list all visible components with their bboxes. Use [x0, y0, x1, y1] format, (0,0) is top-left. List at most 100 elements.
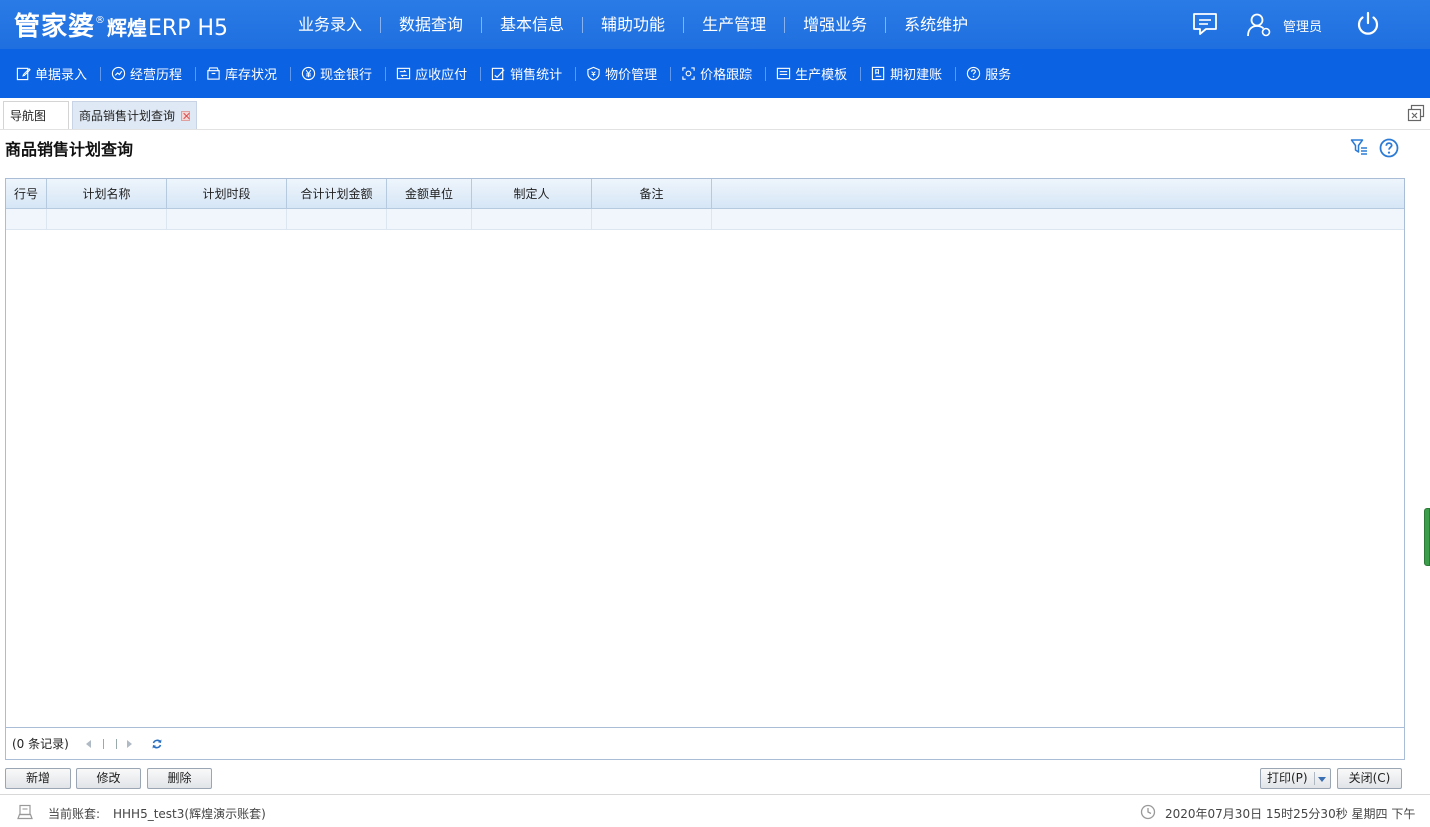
toolbar-label: 应收应付	[415, 68, 468, 83]
nav-enhanced[interactable]: 增强业务	[785, 16, 887, 33]
help-icon[interactable]	[1379, 138, 1399, 158]
column-header-row-number[interactable]: 行号	[6, 179, 47, 209]
table-cell[interactable]	[167, 209, 287, 230]
toolbar-business-history[interactable]: 经营历程	[101, 66, 197, 83]
status-bar: 当前账套: HHH5_test3(辉煌演示账套) 2020年07月30日 15时…	[0, 794, 1430, 827]
column-header-creator[interactable]: 制定人	[472, 179, 592, 209]
account-icon	[17, 804, 33, 820]
refresh-icon[interactable]	[151, 738, 163, 750]
toolbar-service[interactable]: 服务	[956, 66, 1024, 83]
column-header-remarks[interactable]: 备注	[592, 179, 712, 209]
account-value: HHH5_test3(辉煌演示账套)	[113, 807, 266, 821]
grid-pager: (0 条记录)	[6, 727, 1404, 759]
nav-business-entry[interactable]: 业务录入	[280, 16, 382, 33]
sales-stat-icon	[491, 67, 505, 81]
table-cell[interactable]	[387, 209, 472, 230]
edit-icon	[16, 67, 31, 81]
price-shield-icon	[587, 66, 600, 81]
quick-toolbar: 单据录入 经营历程 库存状况 现金银行 应收应付 销售统计 物价管理 价格跟踪	[0, 49, 1430, 98]
nav-system[interactable]: 系统维护	[886, 16, 986, 33]
toolbar-label: 现金银行	[320, 68, 373, 83]
print-button[interactable]: 打印(P)	[1260, 768, 1331, 789]
table-cell[interactable]	[472, 209, 592, 230]
toolbar-cash-bank[interactable]: 现金银行	[291, 66, 387, 83]
toolbar-voucher-entry[interactable]: 单据录入	[6, 66, 102, 83]
pager-divider	[115, 738, 117, 749]
user-icon[interactable]	[1246, 12, 1272, 38]
toolbar-label: 生产模板	[795, 68, 848, 83]
pager-controls	[83, 738, 137, 750]
column-header-amount-unit[interactable]: 金额单位	[387, 179, 472, 209]
nav-auxiliary[interactable]: 辅助功能	[583, 16, 685, 33]
print-label: 打印(P)	[1267, 771, 1308, 785]
chevron-down-icon[interactable]	[1318, 777, 1326, 782]
book-icon	[871, 66, 885, 81]
delete-button[interactable]: 删除	[147, 768, 212, 789]
logo-registered-mark: ®	[95, 15, 106, 26]
add-button[interactable]: 新增	[5, 768, 71, 789]
toolbar-label: 销售统计	[510, 68, 563, 83]
toolbar-label: 价格跟踪	[700, 68, 753, 83]
message-icon[interactable]	[1192, 12, 1218, 36]
pager-divider	[102, 738, 104, 749]
toolbar-label: 期初建账	[890, 68, 943, 83]
next-page-icon[interactable]	[123, 738, 135, 750]
print-divider	[1314, 772, 1315, 785]
toolbar-label: 单据录入	[35, 68, 88, 83]
table-cell[interactable]	[287, 209, 387, 230]
nav-basic-info[interactable]: 基本信息	[482, 16, 584, 33]
top-header: 管家婆 ® 辉煌 ERP H5 业务录入 数据查询 基本信息 辅助功能 生产管理…	[0, 0, 1430, 49]
toolbar-production-template[interactable]: 生产模板	[766, 66, 862, 83]
toolbar-label: 物价管理	[605, 68, 658, 83]
nav-production[interactable]: 生产管理	[684, 16, 786, 33]
price-track-icon	[682, 67, 695, 80]
tab-label: 导航图	[10, 109, 47, 123]
power-icon[interactable]	[1355, 11, 1381, 37]
account-label: 当前账套:	[48, 807, 101, 821]
prev-page-icon[interactable]	[83, 738, 95, 750]
toolbar-opening-accounts[interactable]: 期初建账	[861, 66, 957, 83]
tab-navigation-map[interactable]: 导航图	[3, 101, 69, 129]
toolbar-price-tracking[interactable]: 价格跟踪	[671, 66, 767, 83]
page-title: 商品销售计划查询	[5, 140, 134, 159]
grid-header: 行号 计划名称 计划时段 合计计划金额 金额单位 制定人 备注	[6, 179, 1404, 209]
tab-strip: 导航图 商品销售计划查询	[0, 98, 1430, 130]
nav-data-query[interactable]: 数据查询	[381, 16, 483, 33]
main-nav: 业务录入 数据查询 基本信息 辅助功能 生产管理 增强业务 系统维护	[280, 0, 986, 49]
inventory-icon	[207, 67, 220, 80]
toolbar-label: 库存状况	[225, 68, 278, 83]
yen-icon	[301, 66, 316, 81]
record-count: (0 条记录)	[12, 737, 69, 751]
edit-button[interactable]: 修改	[76, 768, 141, 789]
data-grid: 行号 计划名称 计划时段 合计计划金额 金额单位 制定人 备注 (0 条记录)	[5, 178, 1405, 760]
current-datetime: 2020年07月30日 15时25分30秒 星期四 下午	[1165, 807, 1416, 821]
toolbar-sales-statistics[interactable]: 销售统计	[481, 66, 577, 83]
table-cell[interactable]	[6, 209, 47, 230]
close-button[interactable]: 关闭(C)	[1337, 768, 1402, 789]
logo-product: 辉煌	[107, 16, 148, 40]
user-name[interactable]: 管理员	[1283, 16, 1322, 35]
template-icon	[776, 67, 791, 80]
tab-sales-plan-query[interactable]: 商品销售计划查询	[72, 101, 197, 129]
column-header-plan-name[interactable]: 计划名称	[47, 179, 167, 209]
logo-erp: ERP H5	[148, 16, 229, 41]
toolbar-inventory[interactable]: 库存状况	[196, 66, 292, 83]
column-header-total-amount[interactable]: 合计计划金额	[287, 179, 387, 209]
help-circle-icon	[967, 66, 981, 81]
toolbar-label: 服务	[985, 68, 1012, 83]
toolbar-price-management[interactable]: 物价管理	[576, 66, 672, 83]
filter-icon[interactable]	[1350, 138, 1368, 156]
app-logo: 管家婆 ® 辉煌 ERP H5	[14, 6, 228, 44]
toolbar-label: 经营历程	[130, 68, 183, 83]
logo-brand: 管家婆	[14, 12, 96, 42]
table-cell[interactable]	[47, 209, 167, 230]
tab-label: 商品销售计划查询	[79, 109, 176, 123]
side-panel-handle[interactable]	[1424, 508, 1430, 566]
column-header-plan-period[interactable]: 计划时段	[167, 179, 287, 209]
table-cell[interactable]	[592, 209, 712, 230]
close-icon[interactable]	[181, 110, 190, 121]
table-row[interactable]	[6, 209, 1404, 230]
close-all-tabs-icon[interactable]	[1407, 104, 1425, 122]
ledger-icon	[396, 67, 411, 80]
toolbar-receivable-payable[interactable]: 应收应付	[386, 66, 482, 83]
